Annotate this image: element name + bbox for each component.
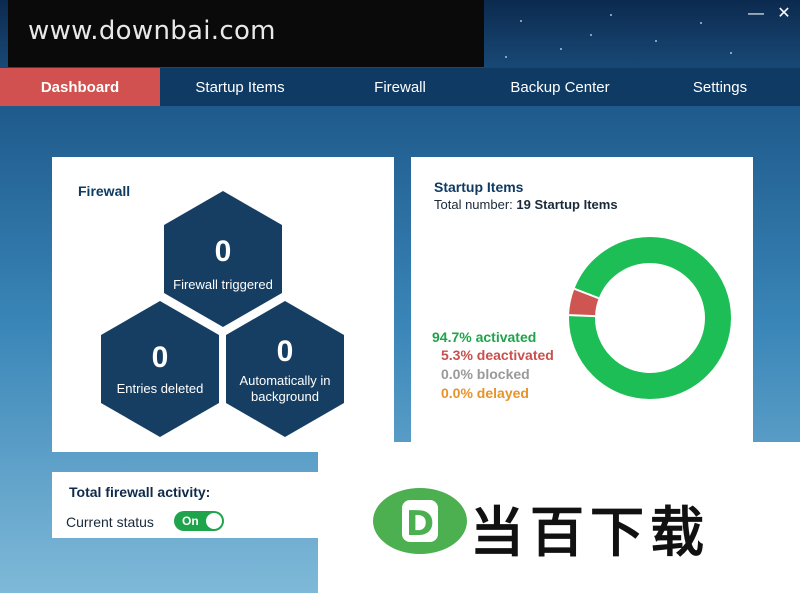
close-button[interactable]: ✕ xyxy=(772,4,796,24)
firewall-activity-title: Total firewall activity: xyxy=(69,484,211,500)
donut-separator xyxy=(569,314,596,318)
entries-deleted-label: Entries deleted xyxy=(116,381,204,396)
entries-deleted-hex[interactable]: 0 Entries deleted xyxy=(101,301,219,437)
startup-total-unit: Startup Items xyxy=(534,197,618,212)
legend-blocked: 0.0% blocked xyxy=(441,366,530,382)
firewall-panel: Firewall 0 Firewall triggered 0 Entries … xyxy=(52,157,394,452)
toggle-on-label: On xyxy=(182,514,199,528)
firewall-triggered-label: Firewall triggered xyxy=(173,277,273,292)
main-nav: Dashboard Startup Items Firewall Backup … xyxy=(0,68,800,106)
minimize-button[interactable]: — xyxy=(744,4,768,24)
firewall-triggered-count: 0 xyxy=(214,235,232,268)
legend-delayed: 0.0% delayed xyxy=(441,385,529,401)
firewall-status-toggle[interactable]: On xyxy=(174,511,224,531)
tab-firewall[interactable]: Firewall xyxy=(320,68,480,106)
startup-items-title: Startup Items xyxy=(434,179,524,195)
brand-logo-letter: D xyxy=(406,504,434,544)
toggle-knob xyxy=(206,513,222,529)
donut-slice-activated xyxy=(569,237,731,399)
legend-deactivated: 5.3% deactivated xyxy=(441,347,554,363)
firewall-triggered-hex[interactable]: 0 Firewall triggered xyxy=(164,191,282,327)
automatic-background-label: Automatically in background xyxy=(239,373,331,404)
automatic-background-count: 0 xyxy=(276,335,294,368)
legend-activated: 94.7% activated xyxy=(432,329,537,345)
tab-backup-center[interactable]: Backup Center xyxy=(480,68,640,106)
tab-dashboard[interactable]: Dashboard xyxy=(0,68,160,106)
current-status-label: Current status xyxy=(66,514,154,530)
tab-startup-items[interactable]: Startup Items xyxy=(160,68,320,106)
tab-settings[interactable]: Settings xyxy=(640,68,800,106)
watermark-text: www.downbai.com xyxy=(28,16,276,46)
startup-status-donut xyxy=(569,237,731,399)
startup-total-label: Total number: xyxy=(434,197,513,212)
entries-deleted-count: 0 xyxy=(151,341,169,374)
brand-logo-icon: D xyxy=(373,488,467,554)
firewall-activity-panel: Total firewall activity: Current status … xyxy=(52,472,318,538)
startup-total-line: Total number: 19 Startup Items xyxy=(434,197,618,212)
startup-items-panel: Startup Items Total number: 19 Startup I… xyxy=(411,157,753,442)
firewall-panel-title: Firewall xyxy=(78,183,131,199)
watermark-banner: www.downbai.com xyxy=(8,0,484,67)
automatic-background-hex[interactable]: 0 Automatically in background xyxy=(226,301,344,437)
brand-text: 当百下载 xyxy=(470,501,710,564)
brand-overlay: D 当百下载 xyxy=(318,442,800,593)
startup-total-value: 19 xyxy=(516,197,531,212)
